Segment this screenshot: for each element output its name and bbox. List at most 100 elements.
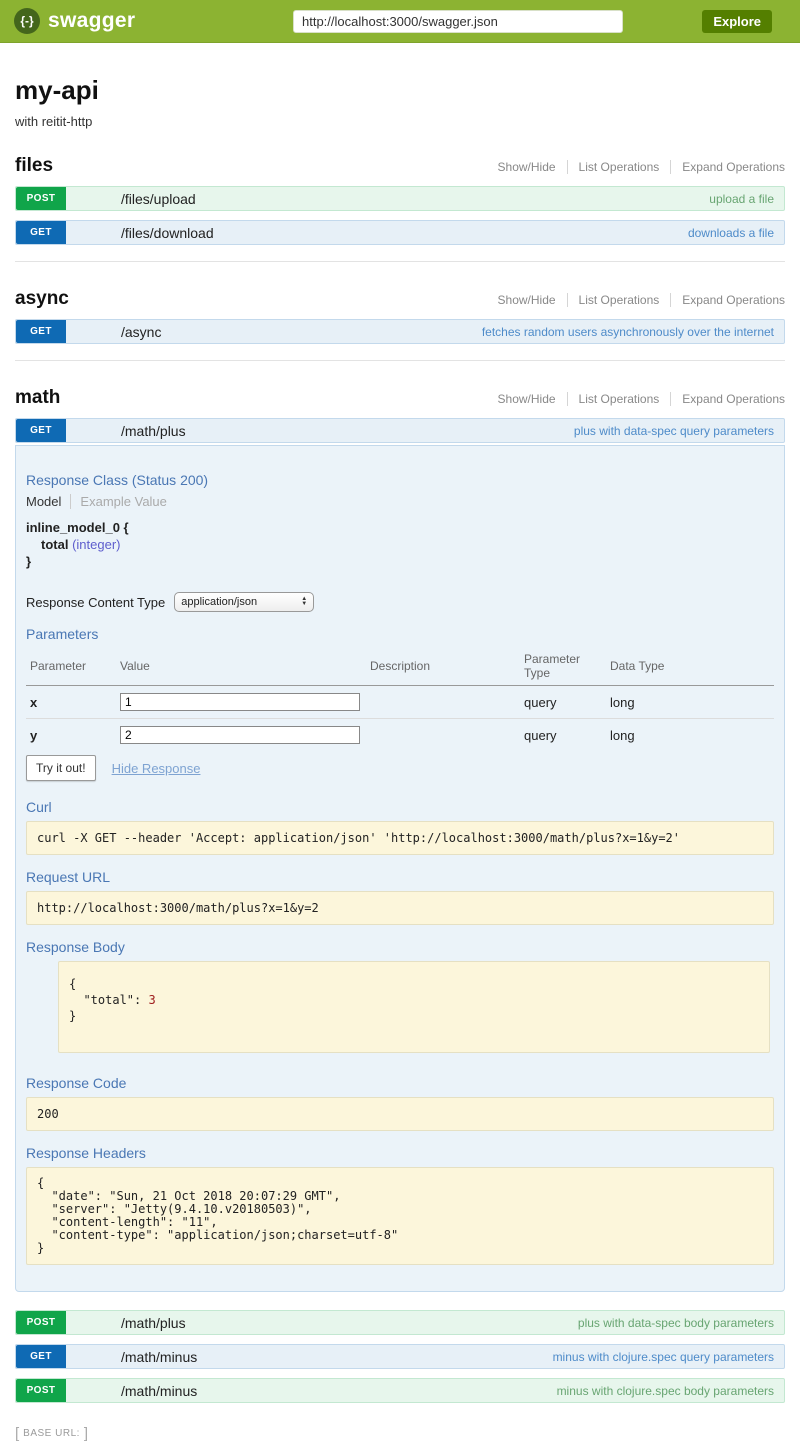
operation-path[interactable]: /async xyxy=(121,324,161,340)
request-url-block: http://localhost:3000/math/plus?x=1&y=2 xyxy=(26,891,774,925)
method-badge-get: GET xyxy=(16,1345,66,1368)
explore-button[interactable]: Explore xyxy=(702,10,772,33)
expand-operations-link[interactable]: Expand Operations xyxy=(670,160,785,174)
operation-path[interactable]: /math/plus xyxy=(121,1315,186,1331)
list-operations-link[interactable]: List Operations xyxy=(567,392,671,406)
response-class-heading: Response Class (Status 200) xyxy=(26,472,774,488)
response-body-heading: Response Body xyxy=(26,939,774,955)
parameters-heading: Parameters xyxy=(26,626,774,642)
operation-summary-link[interactable]: minus with clojure.spec query parameters xyxy=(553,1350,774,1364)
parameter-data-type: long xyxy=(606,686,774,719)
operation-row-post-files-upload[interactable]: POST /files/upload upload a file xyxy=(15,186,785,211)
method-badge-post: POST xyxy=(16,1379,66,1402)
model-tabs: Model Example Value xyxy=(26,494,774,509)
section-title-files: files xyxy=(15,155,53,177)
parameter-value-input-x[interactable] xyxy=(120,693,360,711)
column-header-parameter: Parameter xyxy=(26,648,116,686)
tab-example-value[interactable]: Example Value xyxy=(70,494,166,509)
json-open-brace: { xyxy=(69,976,759,992)
response-body-block: { "total": 3 } xyxy=(58,961,770,1053)
brand-title: swagger xyxy=(48,9,135,33)
expand-operations-link[interactable]: Expand Operations xyxy=(670,293,785,307)
operation-path[interactable]: /files/download xyxy=(121,225,214,241)
operation-row-get-math-minus[interactable]: GET /math/minus minus with clojure.spec … xyxy=(15,1344,785,1369)
bracket-open: [ xyxy=(15,1425,19,1442)
section-title-math: math xyxy=(15,387,60,409)
operation-row-post-math-minus[interactable]: POST /math/minus minus with clojure.spec… xyxy=(15,1378,785,1403)
method-badge-post: POST xyxy=(16,187,66,210)
list-operations-link[interactable]: List Operations xyxy=(567,160,671,174)
parameter-data-type: long xyxy=(606,719,774,752)
column-header-data-type: Data Type xyxy=(606,648,774,686)
api-url-input[interactable] xyxy=(293,10,623,33)
json-close-brace: } xyxy=(69,1008,759,1024)
response-content-type-select[interactable]: application/json ▲▼ xyxy=(174,592,314,612)
swagger-logo-icon: {-} xyxy=(14,8,40,34)
top-bar: {-} swagger Explore xyxy=(0,0,800,43)
operation-row-get-async[interactable]: GET /async fetches random users asynchro… xyxy=(15,319,785,344)
show-hide-link[interactable]: Show/Hide xyxy=(487,392,567,406)
section-math: math Show/Hide List Operations Expand Op… xyxy=(15,387,785,1403)
operation-row-get-files-download[interactable]: GET /files/download downloads a file xyxy=(15,220,785,245)
model-close-brace: } xyxy=(26,553,774,570)
parameter-type: query xyxy=(520,686,606,719)
select-arrows-icon: ▲▼ xyxy=(301,597,307,607)
hide-response-link[interactable]: Hide Response xyxy=(112,761,201,776)
list-operations-link[interactable]: List Operations xyxy=(567,293,671,307)
curl-heading: Curl xyxy=(26,799,774,815)
model-field-type: (integer) xyxy=(72,537,120,552)
parameter-value-input-y[interactable] xyxy=(120,726,360,744)
api-title: my-api xyxy=(15,75,785,106)
response-code-heading: Response Code xyxy=(26,1075,774,1091)
section-controls: Show/Hide List Operations Expand Operati… xyxy=(487,160,785,174)
operation-path[interactable]: /math/plus xyxy=(121,423,186,439)
operation-summary-link[interactable]: plus with data-spec body parameters xyxy=(578,1316,774,1330)
swagger-logo: {-} swagger xyxy=(14,8,135,34)
operation-summary-link[interactable]: minus with clojure.spec body parameters xyxy=(557,1384,774,1398)
method-badge-get: GET xyxy=(16,419,66,442)
operation-detail-panel: Response Class (Status 200) Model Exampl… xyxy=(15,445,785,1292)
parameter-name: y xyxy=(26,719,116,752)
parameter-description xyxy=(366,686,520,719)
model-signature: inline_model_0 { total (integer) } xyxy=(26,519,774,570)
main-content: my-api with reitit-http files Show/Hide … xyxy=(0,75,800,1403)
parameter-row-y: y query long xyxy=(26,719,774,752)
operation-summary-link[interactable]: plus with data-spec query parameters xyxy=(574,424,774,438)
parameters-table: Parameter Value Description Parameter Ty… xyxy=(26,648,774,751)
model-name: inline_model_0 { xyxy=(26,519,774,536)
tab-model[interactable]: Model xyxy=(26,494,70,509)
operation-row-get-math-plus[interactable]: GET /math/plus plus with data-spec query… xyxy=(15,418,785,443)
response-headers-heading: Response Headers xyxy=(26,1145,774,1161)
bracket-close: ] xyxy=(84,1425,88,1442)
section-controls: Show/Hide List Operations Expand Operati… xyxy=(487,293,785,307)
column-header-parameter-type: Parameter Type xyxy=(520,648,606,686)
base-url-label: BASE URL: xyxy=(23,1428,80,1439)
operation-path[interactable]: /math/minus xyxy=(121,1383,197,1399)
parameter-description xyxy=(366,719,520,752)
json-value: 3 xyxy=(148,993,155,1007)
base-url-footer: [ BASE URL: ] xyxy=(0,1403,800,1442)
operation-summary-link[interactable]: upload a file xyxy=(709,192,774,206)
operation-row-post-math-plus[interactable]: POST /math/plus plus with data-spec body… xyxy=(15,1310,785,1335)
show-hide-link[interactable]: Show/Hide xyxy=(487,293,567,307)
request-url-heading: Request URL xyxy=(26,869,774,885)
model-field-name: total xyxy=(41,537,68,552)
operation-path[interactable]: /math/minus xyxy=(121,1349,197,1365)
parameter-name: x xyxy=(26,686,116,719)
try-it-out-button[interactable]: Try it out! xyxy=(26,755,96,781)
column-header-description: Description xyxy=(366,648,520,686)
section-controls: Show/Hide List Operations Expand Operati… xyxy=(487,392,785,406)
method-badge-post: POST xyxy=(16,1311,66,1334)
api-description: with reitit-http xyxy=(15,114,785,129)
section-async: async Show/Hide List Operations Expand O… xyxy=(15,288,785,361)
response-content-type-label: Response Content Type xyxy=(26,595,165,610)
method-badge-get: GET xyxy=(16,221,66,244)
operation-summary-link[interactable]: downloads a file xyxy=(688,226,774,240)
expand-operations-link[interactable]: Expand Operations xyxy=(670,392,785,406)
operation-summary-link[interactable]: fetches random users asynchronously over… xyxy=(482,325,774,339)
show-hide-link[interactable]: Show/Hide xyxy=(487,160,567,174)
method-badge-get: GET xyxy=(16,320,66,343)
section-title-async: async xyxy=(15,288,69,310)
curl-command-block: curl -X GET --header 'Accept: applicatio… xyxy=(26,821,774,855)
operation-path[interactable]: /files/upload xyxy=(121,191,196,207)
